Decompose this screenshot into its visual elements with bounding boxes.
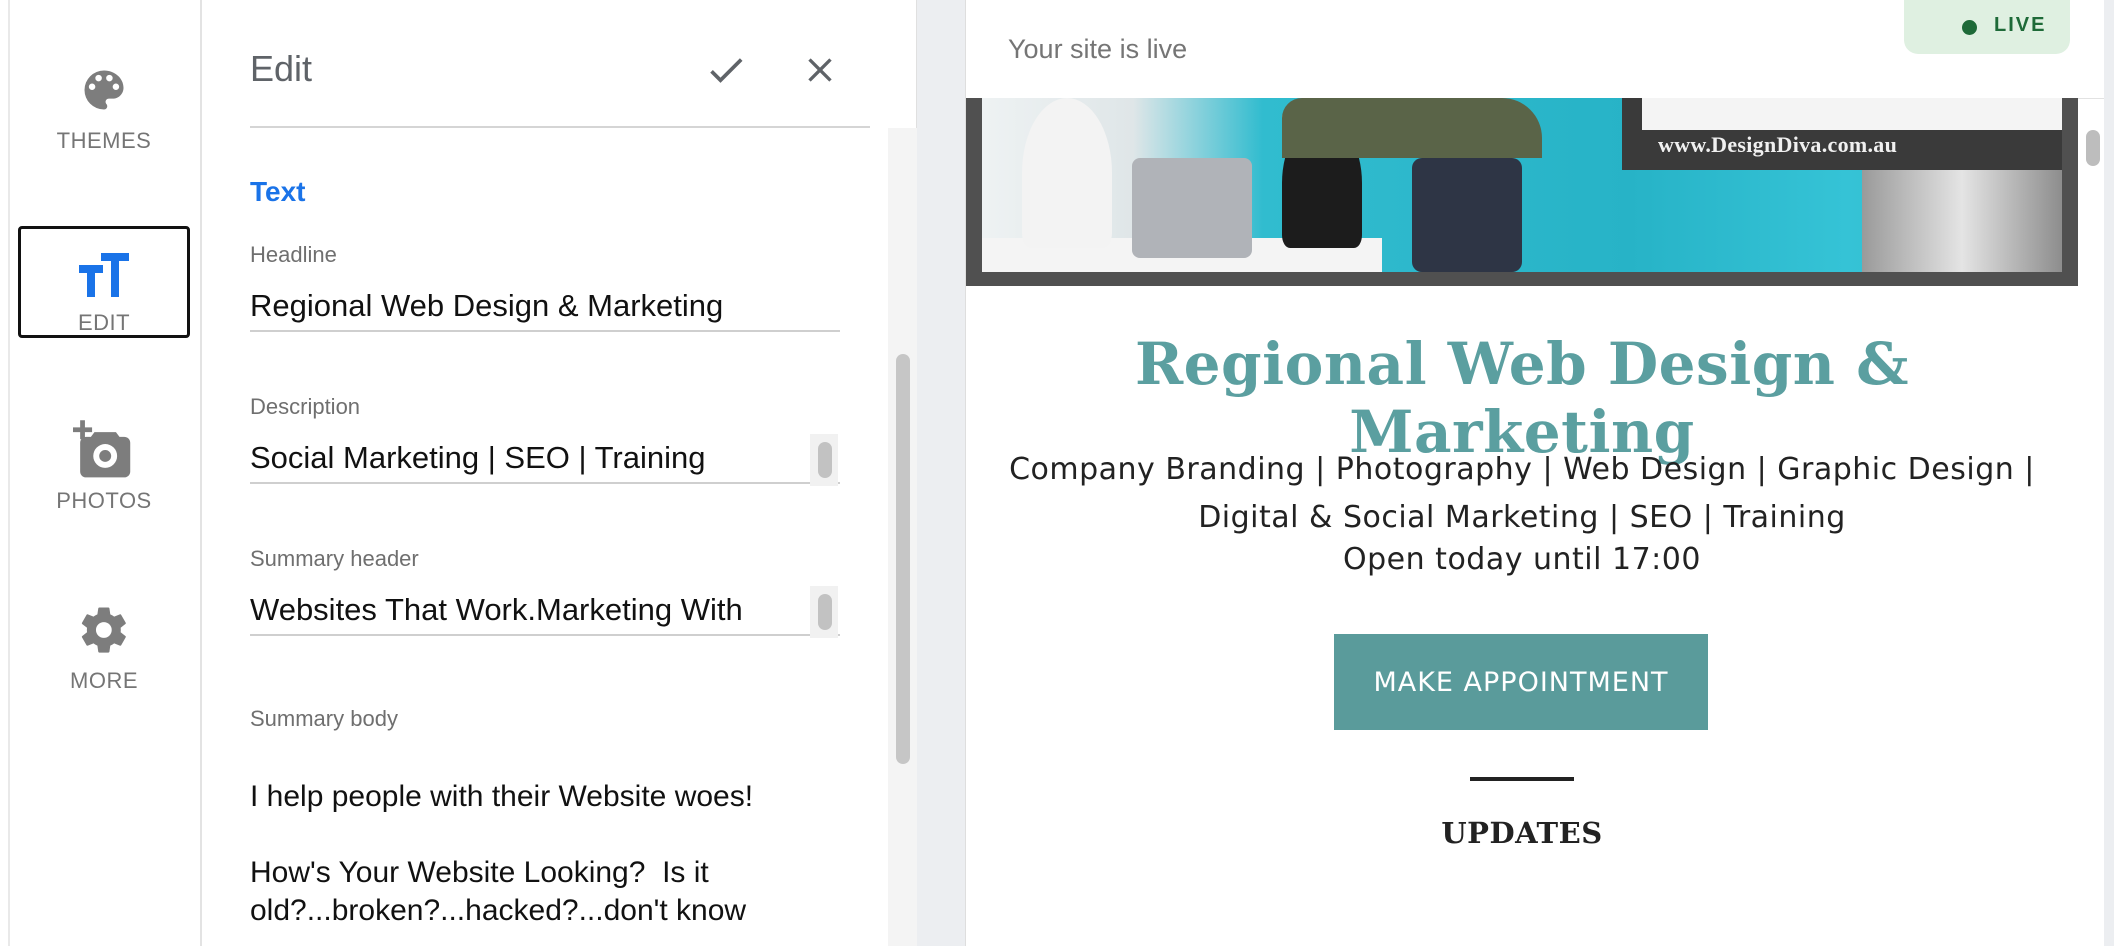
nav-rail: THEMES EDIT PHOTOS MORE bbox=[0, 0, 202, 946]
panel-title: Edit bbox=[250, 48, 313, 89]
live-dot-icon bbox=[1962, 20, 1977, 35]
hero-monitor-stand bbox=[1862, 170, 2062, 272]
hero-laptop bbox=[1132, 158, 1252, 258]
headline-input[interactable] bbox=[250, 282, 840, 332]
description-label: Description bbox=[250, 394, 361, 419]
make-appointment-button[interactable]: MAKE APPOINTMENT bbox=[1334, 634, 1708, 730]
add-photo-icon bbox=[18, 420, 190, 480]
hero-person bbox=[1282, 98, 1542, 158]
site-description: Company Branding | Photography | Web Des… bbox=[1009, 452, 2035, 535]
hero-image: www.DesignDiva.com.au bbox=[966, 98, 2078, 286]
nav-label-photos: PHOTOS bbox=[56, 488, 152, 513]
panel-divider bbox=[250, 126, 870, 128]
section-heading: Text bbox=[250, 176, 306, 207]
nav-label-edit: EDIT bbox=[77, 310, 131, 335]
close-button[interactable] bbox=[800, 50, 840, 90]
check-icon bbox=[710, 58, 743, 83]
nav-item-themes[interactable]: THEMES bbox=[18, 44, 190, 156]
nav-item-edit[interactable]: EDIT bbox=[18, 226, 190, 338]
nav-label-themes: THEMES bbox=[56, 128, 152, 153]
summary-header-label: Summary header bbox=[250, 546, 419, 571]
updates-heading: UPDATES bbox=[1441, 816, 1603, 850]
save-button[interactable] bbox=[704, 48, 748, 92]
text-format-icon bbox=[21, 245, 187, 305]
live-badge-label: LIVE bbox=[1994, 14, 2047, 36]
summary-header-scrollbar[interactable] bbox=[818, 594, 832, 630]
live-status-bar: Your site is live LIVE bbox=[966, 0, 2106, 99]
preview-scrollbar[interactable] bbox=[2086, 130, 2100, 166]
summary-body-textarea[interactable]: I help people with their Website woes! H… bbox=[250, 778, 850, 930]
updates-divider bbox=[1470, 777, 1574, 781]
site-preview: Your site is live LIVE www.DesignDiva.co… bbox=[965, 0, 2106, 946]
gutter bbox=[917, 0, 965, 946]
gear-icon bbox=[18, 600, 190, 660]
headline-label: Headline bbox=[250, 242, 337, 267]
hero-monitor-screen bbox=[1642, 98, 2062, 130]
description-input[interactable] bbox=[250, 434, 840, 484]
nav-item-photos[interactable]: PHOTOS bbox=[18, 404, 190, 516]
palette-icon bbox=[18, 60, 190, 120]
live-status-text: Your site is live bbox=[1008, 34, 1188, 64]
nav-item-more[interactable]: MORE bbox=[18, 584, 190, 696]
hero-photo: www.DesignDiva.com.au bbox=[982, 98, 2062, 272]
opening-hours: Open today until 17:00 bbox=[1343, 542, 1701, 577]
edit-panel: Edit Text Headline Description Summary h… bbox=[202, 0, 918, 946]
hero-url-text: www.DesignDiva.com.au bbox=[1658, 132, 1898, 157]
description-scrollbar[interactable] bbox=[818, 442, 832, 478]
rail-edge bbox=[8, 0, 10, 946]
panel-scrollbar[interactable] bbox=[896, 354, 910, 764]
gutter-right bbox=[2104, 0, 2114, 946]
hero-person bbox=[1022, 98, 1112, 248]
summary-body-label: Summary body bbox=[250, 706, 398, 731]
nav-label-more: MORE bbox=[70, 668, 138, 693]
hero-person bbox=[1412, 158, 1522, 272]
close-icon bbox=[808, 58, 832, 82]
summary-header-input[interactable] bbox=[250, 586, 840, 636]
